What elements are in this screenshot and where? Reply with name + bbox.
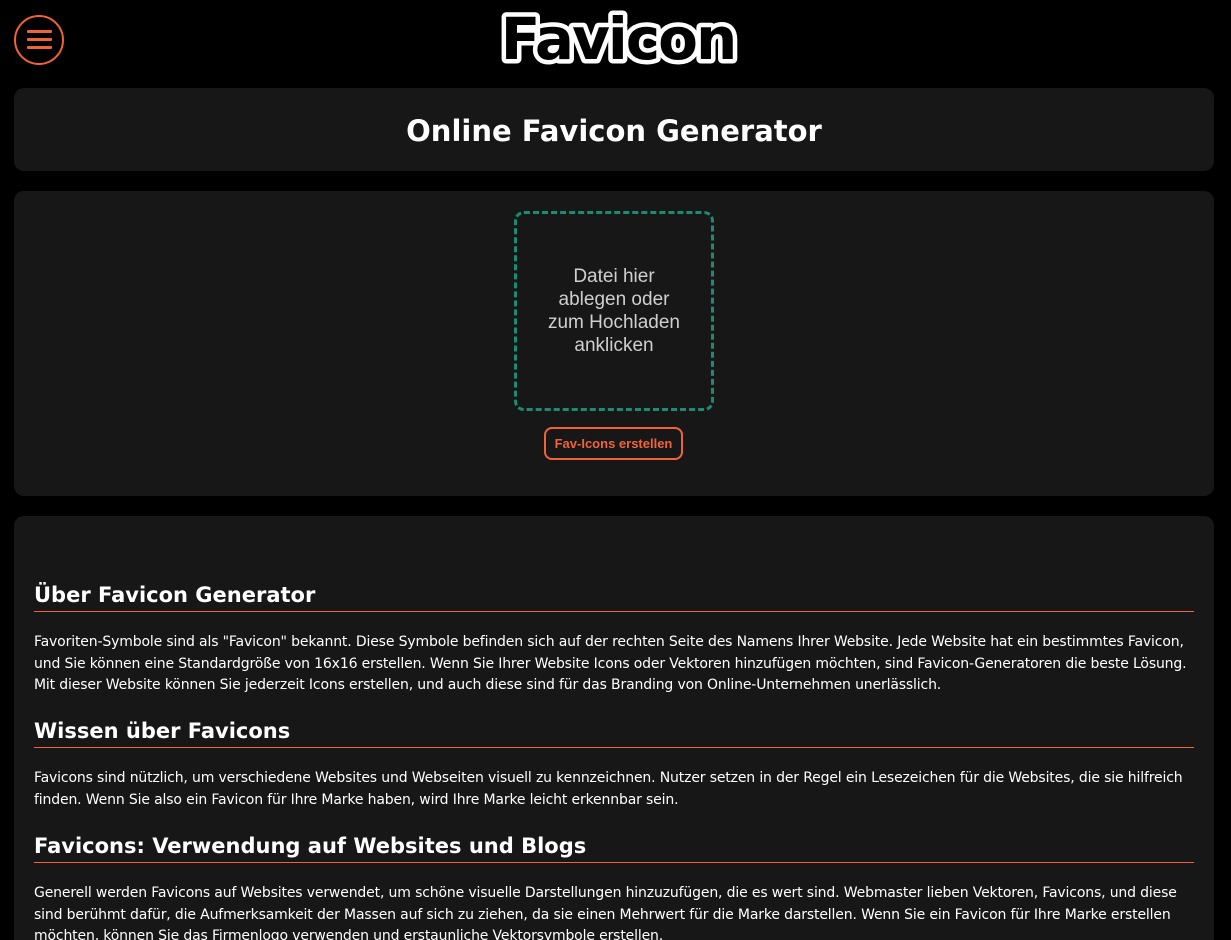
dropzone-text: Datei hier ablegen oder zum Hochladen an… [547, 266, 681, 356]
info-section: Wissen über Favicons Favicons sind nützl… [34, 717, 1194, 811]
section-text: Favicons sind nützlich, um verschiedene … [34, 770, 1183, 808]
site-logo[interactable]: Favicon [497, 4, 739, 66]
info-card: Über Favicon Generator Favoriten-Symbole… [14, 516, 1214, 940]
section-heading: Favicons: Verwendung auf Websites und Bl… [34, 832, 1194, 863]
create-favicons-button[interactable]: Fav-Icons erstellen [544, 427, 683, 460]
info-section: Über Favicon Generator Favoriten-Symbole… [34, 581, 1194, 697]
hamburger-menu-icon [27, 30, 52, 33]
page: Favicon Online Favicon Generator Datei h… [0, 0, 1231, 940]
page-title: Online Favicon Generator [406, 114, 822, 148]
section-heading: Wissen über Favicons [34, 717, 1194, 748]
title-card: Online Favicon Generator [14, 88, 1214, 171]
logo-image: Favicon [497, 4, 739, 66]
section-text: Generell werden Favicons auf Websites ve… [34, 885, 1177, 940]
top-bar: Favicon [0, 0, 1231, 80]
section-text: Favoriten-Symbole sind als "Favicon" bek… [34, 634, 1187, 693]
logo-text: Favicon [501, 5, 736, 66]
upload-card: Datei hier ablegen oder zum Hochladen an… [14, 191, 1214, 496]
hamburger-menu-icon-bar [27, 38, 52, 41]
menu-button[interactable] [14, 15, 64, 65]
info-section: Favicons: Verwendung auf Websites und Bl… [34, 832, 1194, 940]
file-dropzone[interactable]: Datei hier ablegen oder zum Hochladen an… [514, 211, 714, 411]
section-heading: Über Favicon Generator [34, 581, 1194, 612]
hamburger-menu-icon-bar [27, 46, 52, 49]
